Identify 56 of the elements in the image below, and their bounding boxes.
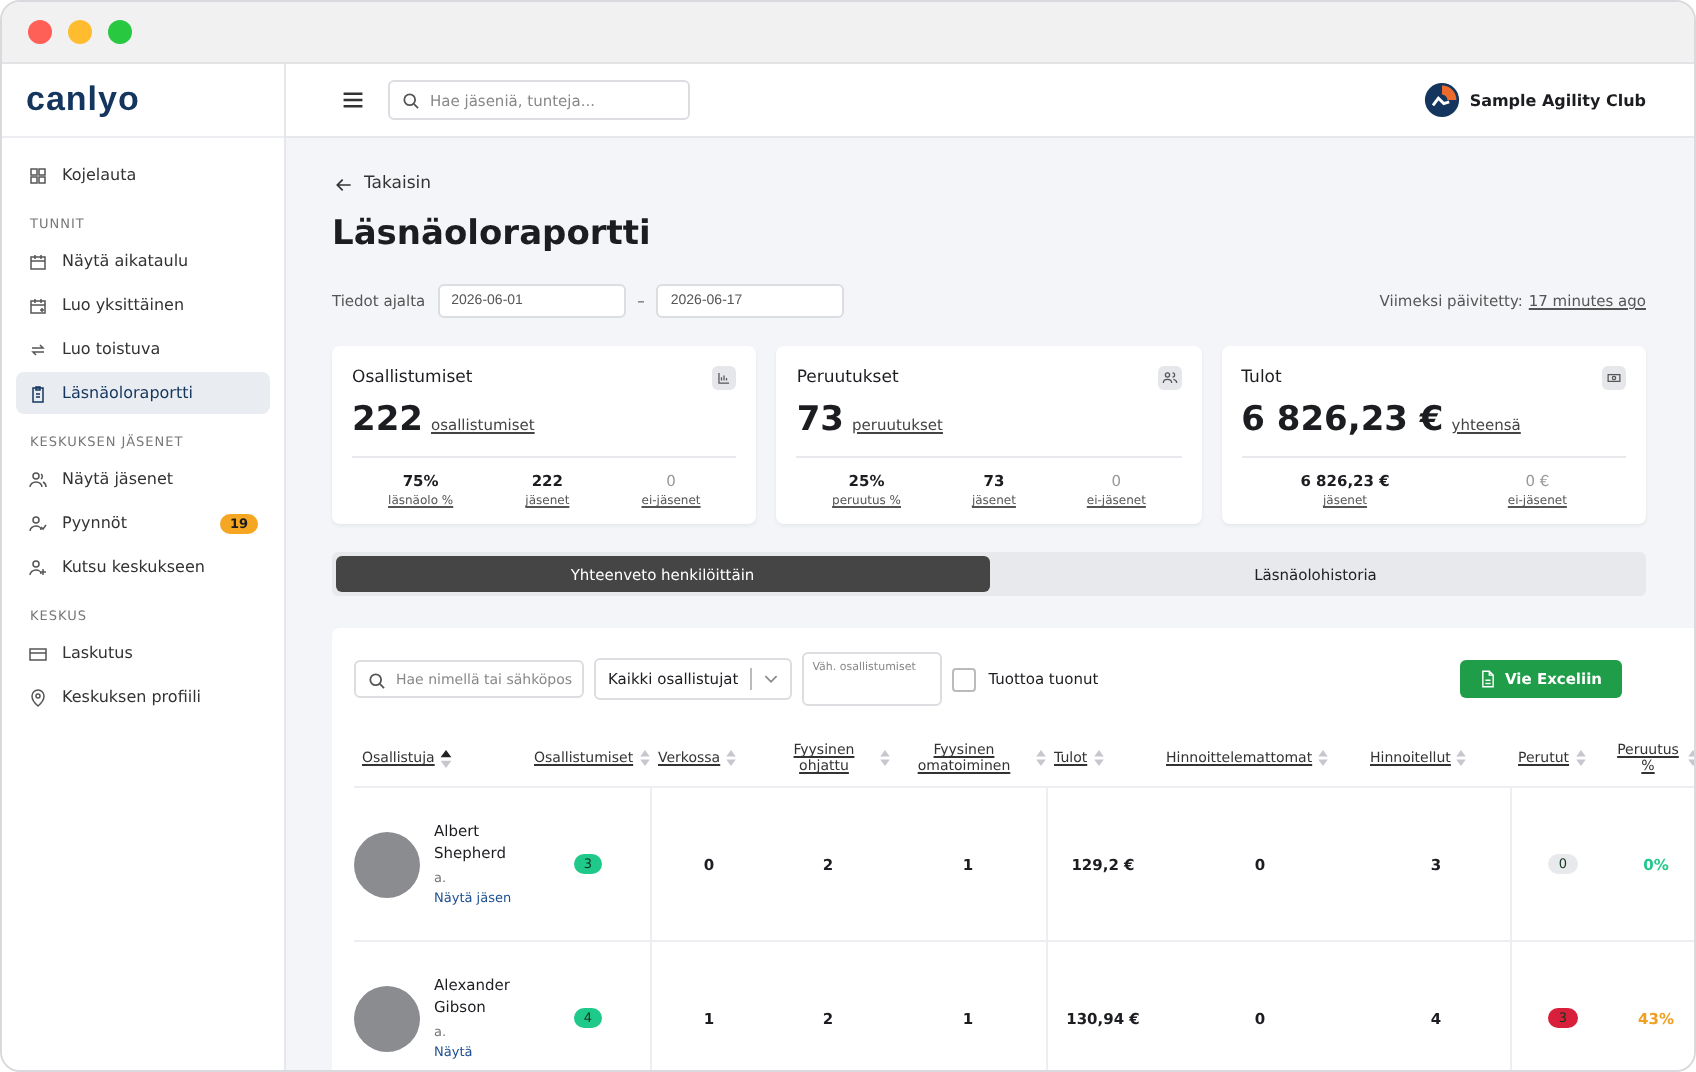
chevron-down-icon [764, 674, 779, 684]
club-name: Sample Agility Club [1469, 91, 1646, 109]
avatar-placeholder [354, 985, 420, 1051]
club-logo-icon [1423, 82, 1460, 118]
card-value: 6 826,23 € [1241, 400, 1444, 440]
document-icon [1479, 670, 1495, 688]
sidebar-item[interactable]: Laskutus [16, 632, 270, 674]
sidebar-label: Luo toistuva [62, 340, 161, 358]
nav-icon [28, 339, 48, 359]
search-icon [368, 671, 386, 689]
sidebar-item[interactable]: Näytä aikataulu [16, 240, 270, 282]
sidebar-label: Kutsu keskukseen [62, 558, 205, 576]
close-window-button[interactable] [28, 20, 52, 44]
sidebar-label: Kojelauta [62, 166, 137, 184]
sidebar-item[interactable]: Luo toistuva [16, 328, 270, 370]
sidebar-item[interactable]: Kojelauta [16, 154, 270, 196]
search-icon [402, 91, 420, 109]
page-title: Läsnäoloraportti [332, 214, 653, 254]
nav-icon [28, 643, 48, 663]
maximize-window-button[interactable] [108, 20, 132, 44]
sidebar-item[interactable]: Kutsu keskukseen [16, 546, 270, 588]
checkbox[interactable] [952, 667, 977, 691]
sidebar-label: Näytä jäsenet [62, 470, 174, 488]
sidebar-label: Laskutus [62, 644, 133, 662]
card-icon [1157, 366, 1182, 390]
nav-icon [28, 469, 48, 489]
sidebar-item[interactable]: Näytä jäsenet [16, 458, 270, 500]
sidebar-item[interactable]: Läsnäoloraportti [16, 372, 270, 414]
card-title: Tulot [1241, 368, 1282, 388]
brand-logo: canlyo [26, 80, 140, 120]
nav-icon [28, 165, 48, 185]
sidebar-label: Pyynnöt [62, 514, 127, 532]
menu-icon[interactable] [342, 90, 364, 110]
card-value: 222 [352, 400, 423, 440]
card-icon [712, 366, 737, 390]
card-title: Osallistumiset [352, 368, 473, 388]
back-arrow-icon [336, 177, 352, 191]
sidebar-item[interactable]: Keskuksen profiili [16, 676, 270, 718]
card-icon [1601, 366, 1626, 390]
sidebar-item[interactable]: Luo yksittäinen [16, 284, 270, 326]
card-value: 73 [796, 400, 844, 440]
nav-icon [28, 557, 48, 577]
nav-icon [28, 383, 48, 403]
nav-icon [28, 513, 48, 533]
sidebar-label: Läsnäoloraportti [62, 384, 193, 402]
nav-icon [28, 251, 48, 271]
sidebar-label: Luo yksittäinen [62, 296, 185, 314]
nav-icon [28, 295, 48, 315]
nav-icon [28, 687, 48, 707]
sort-icon[interactable] [440, 749, 453, 767]
minimize-window-button[interactable] [68, 20, 92, 44]
avatar-placeholder [354, 831, 420, 897]
back-link[interactable]: Takaisin [336, 174, 432, 194]
card-title: Peruutukset [796, 368, 899, 388]
sidebar-label: Näytä aikataulu [62, 252, 189, 270]
sidebar-label: Keskuksen profiili [62, 688, 202, 706]
